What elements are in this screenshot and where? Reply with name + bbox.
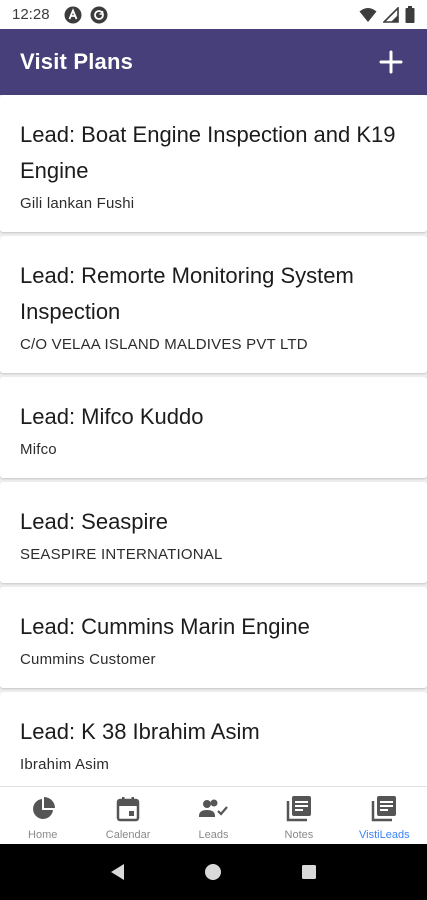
- visit-leads-icon: [372, 796, 397, 822]
- app-bar: Visit Plans: [0, 29, 427, 95]
- visit-subtitle: Cummins Customer: [20, 651, 156, 668]
- visit-title: Lead: Cummins Marin Engine: [20, 614, 310, 639]
- calendar-icon: [116, 797, 140, 822]
- add-visit-button[interactable]: [375, 46, 407, 78]
- visit-subtitle: C/O VELAA ISLAND MALDIVES PVT LTD: [20, 336, 308, 353]
- signal-icon: [383, 6, 399, 23]
- recents-square-icon: [302, 865, 317, 879]
- visit-subtitle: Gili lankan Fushi: [20, 195, 135, 212]
- nav-label: VistiLeads: [359, 829, 410, 841]
- app-notification-icon: [64, 6, 82, 23]
- visit-card[interactable]: Lead: Boat Engine Inspection and K19 Eng…: [0, 95, 427, 232]
- people-check-icon: [198, 799, 228, 817]
- visit-subtitle: Mifco: [20, 441, 57, 458]
- recents-button[interactable]: [289, 852, 329, 892]
- home-button[interactable]: [193, 852, 233, 892]
- nav-label: Home: [28, 829, 58, 841]
- bottom-navigation: Home Calendar Leads Notes VistiLeads: [0, 786, 427, 844]
- nav-label: Leads: [198, 829, 229, 841]
- visit-title: Lead: Boat Engine Inspection and K19 Eng…: [20, 122, 396, 183]
- visit-title: Lead: Mifco Kuddo: [20, 404, 204, 429]
- nav-item-notes[interactable]: Notes: [256, 787, 341, 844]
- visit-subtitle: SEASPIRE INTERNATIONAL: [20, 546, 223, 563]
- back-button[interactable]: [98, 852, 138, 892]
- notes-icon: [286, 796, 311, 822]
- status-left-icons: [64, 6, 108, 24]
- battery-icon: [405, 6, 415, 23]
- home-circle-icon: [205, 864, 222, 880]
- nav-item-leads[interactable]: Leads: [171, 787, 256, 844]
- visit-card[interactable]: Lead: Seaspire SEASPIRE INTERNATIONAL: [0, 482, 427, 583]
- pie-chart-icon: [32, 797, 55, 819]
- visit-title: Lead: Remorte Monitoring System Inspecti…: [20, 263, 354, 324]
- page-title: Visit Plans: [20, 49, 134, 74]
- nav-item-vistileads[interactable]: VistiLeads: [342, 787, 427, 844]
- system-navigation-bar: [0, 844, 427, 900]
- status-bar: 12:28: [0, 0, 427, 29]
- visit-title: Lead: K 38 Ibrahim Asim: [20, 719, 260, 744]
- wifi-icon: [359, 7, 377, 22]
- sync-notification-icon: [90, 6, 108, 23]
- back-triangle-icon: [110, 864, 124, 880]
- visit-card[interactable]: Lead: K 38 Ibrahim Asim Ibrahim Asim: [0, 692, 427, 786]
- visit-title: Lead: Seaspire: [20, 509, 168, 534]
- status-right-icons: [359, 6, 415, 23]
- nav-label: Notes: [284, 829, 314, 841]
- nav-item-calendar[interactable]: Calendar: [85, 787, 170, 844]
- plus-icon: [379, 50, 403, 74]
- nav-label: Calendar: [105, 829, 151, 841]
- visit-card[interactable]: Lead: Remorte Monitoring System Inspecti…: [0, 236, 427, 373]
- nav-item-home[interactable]: Home: [0, 787, 85, 844]
- visit-subtitle: Ibrahim Asim: [20, 756, 110, 773]
- status-time: 12:28: [12, 6, 50, 23]
- visit-card[interactable]: Lead: Mifco Kuddo Mifco: [0, 377, 427, 478]
- visit-plan-list[interactable]: Lead: Boat Engine Inspection and K19 Eng…: [0, 95, 427, 786]
- visit-card[interactable]: Lead: Cummins Marin Engine Cummins Custo…: [0, 587, 427, 688]
